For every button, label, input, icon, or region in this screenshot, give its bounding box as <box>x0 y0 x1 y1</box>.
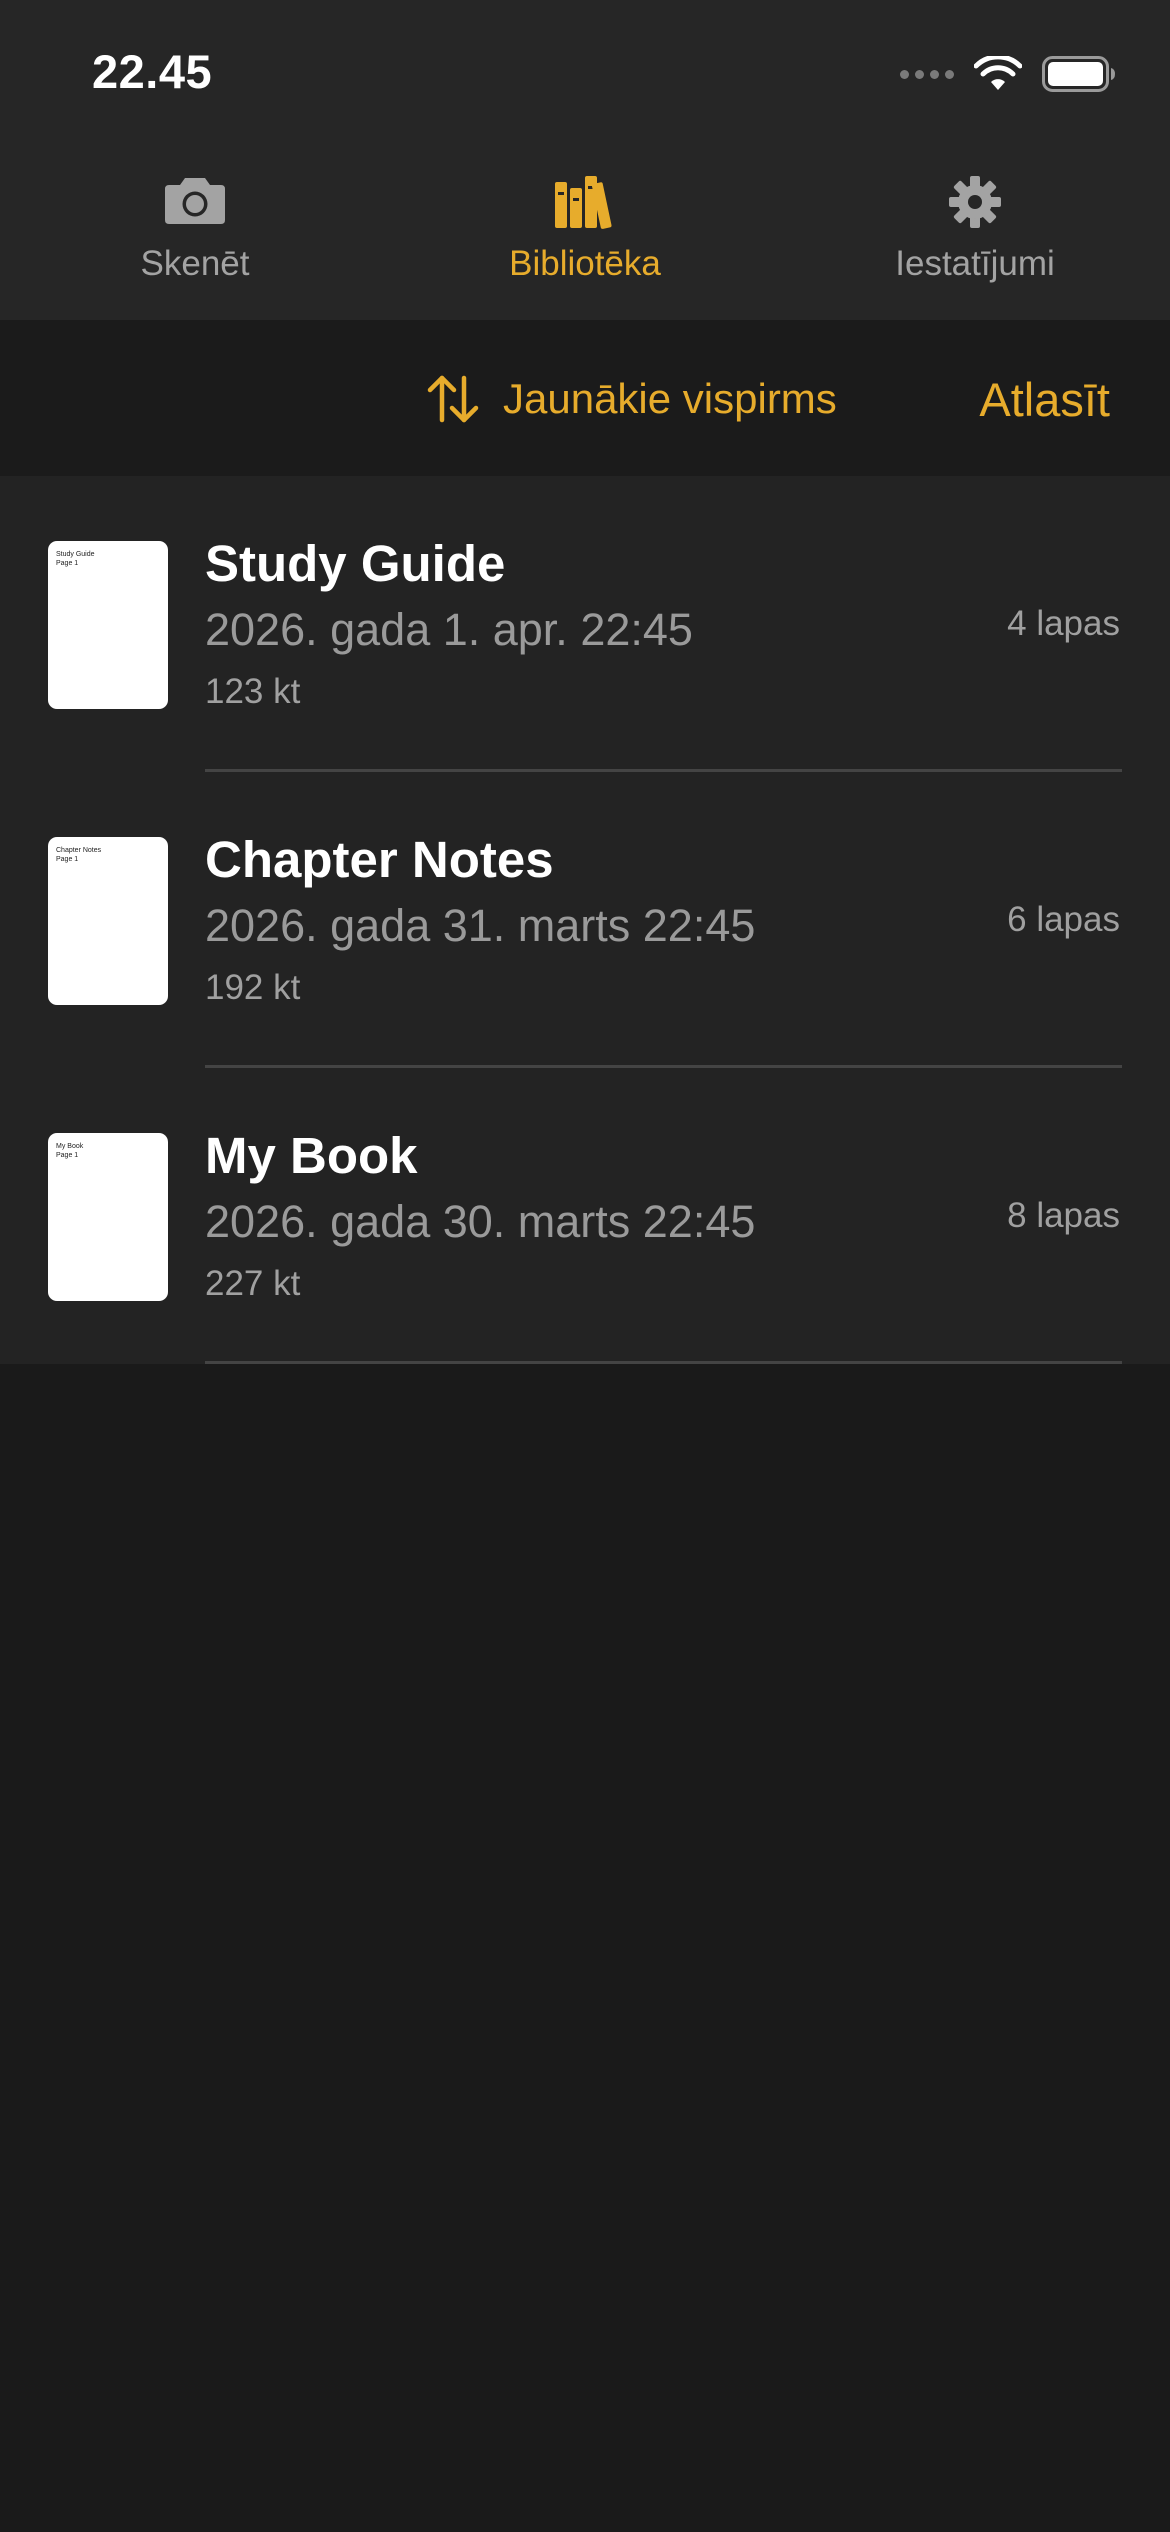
document-size: 227 kt <box>205 1264 301 1303</box>
document-row[interactable]: Chapter Notes Page 1 Chapter Notes 2026. … <box>0 772 1170 1068</box>
document-size: 123 kt <box>205 672 301 711</box>
thumbnail-text: Study Guide Page 1 <box>56 551 95 567</box>
document-thumbnail: Study Guide Page 1 <box>48 541 168 709</box>
sort-arrows-icon <box>427 375 479 423</box>
select-button[interactable]: Atlasīt <box>979 364 1110 434</box>
document-date: 2026. gada 30. marts 22:45 <box>205 1196 756 1247</box>
thumbnail-text: Chapter Notes Page 1 <box>56 847 102 863</box>
document-row[interactable]: My Book Page 1 My Book 2026. gada 30. mar… <box>0 1068 1170 1364</box>
battery-icon <box>1042 56 1115 92</box>
document-date: 2026. gada 1. apr. 22:45 <box>205 604 693 655</box>
cellular-signal-icon <box>900 69 954 79</box>
sort-button[interactable]: Jaunākie vispirms <box>425 364 837 434</box>
tab-library[interactable]: Bibliotēka <box>390 140 780 320</box>
document-page-count: 8 lapas <box>1007 1196 1120 1235</box>
thumbnail-text: My Book Page 1 <box>56 1143 84 1159</box>
document-thumbnail: My Book Page 1 <box>48 1133 168 1301</box>
tab-settings-label: Iestatījumi <box>895 244 1055 283</box>
document-row[interactable]: Study Guide Page 1 Study Guide 2026. gada… <box>0 476 1170 772</box>
tab-scan[interactable]: Skenēt <box>0 140 390 320</box>
wifi-icon <box>974 56 1022 90</box>
tab-scan-label: Skenēt <box>140 244 250 283</box>
tab-bar: Skenēt Bibliotēka Iestatījumi <box>0 140 1170 320</box>
document-list: Study Guide Page 1 Study Guide 2026. gada… <box>0 476 1170 1364</box>
status-time: 22.45 <box>92 45 213 98</box>
status-bar: 22.45 <box>0 0 1170 140</box>
camera-icon <box>165 178 225 224</box>
document-title: My Book <box>205 1127 418 1184</box>
document-size: 192 kt <box>205 968 301 1007</box>
tab-library-label: Bibliotēka <box>509 244 661 283</box>
library-toolbar: Jaunākie vispirms Atlasīt <box>0 320 1170 476</box>
document-page-count: 4 lapas <box>1007 604 1120 643</box>
sort-label: Jaunākie vispirms <box>503 375 837 422</box>
document-title: Study Guide <box>205 535 506 592</box>
document-thumbnail: Chapter Notes Page 1 <box>48 837 168 1005</box>
status-icons <box>900 52 1116 96</box>
row-divider <box>205 1361 1122 1364</box>
document-date: 2026. gada 31. marts 22:45 <box>205 900 756 951</box>
document-page-count: 6 lapas <box>1007 900 1120 939</box>
tab-settings[interactable]: Iestatījumi <box>780 140 1170 320</box>
gear-icon <box>949 176 1001 228</box>
document-title: Chapter Notes <box>205 831 554 888</box>
books-icon <box>555 176 612 229</box>
